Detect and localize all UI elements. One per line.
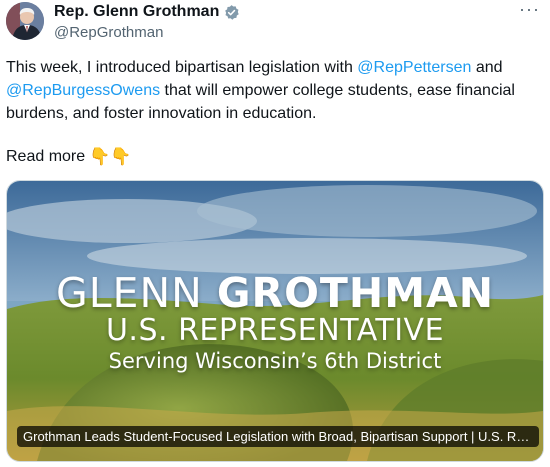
link-preview-card[interactable]: GLENN GROTHMAN U.S. REPRESENTATIVE Servi… [6,180,544,462]
post-text-segment: This week, I introduced bipartisan legis… [6,59,358,76]
more-options-icon[interactable]: ··· [519,0,540,18]
card-caption[interactable]: Grothman Leads Student-Focused Legislati… [17,426,539,447]
post-text-segment: and [471,59,503,76]
card-tagline: Serving Wisconsin’s 6th District [108,349,442,373]
author-name[interactable]: Rep. Glenn Grothman [54,3,219,21]
avatar[interactable] [6,2,44,40]
post-header: Rep. Glenn Grothman @RepGrothman ··· [6,0,540,46]
author-handle[interactable]: @RepGrothman [54,24,163,41]
card-title-first: GLENN [55,269,217,317]
mention-link-pettersen[interactable]: @RepPettersen [357,59,471,76]
post-text: This week, I introduced bipartisan legis… [6,56,542,125]
pointing-down-emoji-icon: 👇👇 [89,147,132,166]
avatar-image [6,2,44,40]
verified-badge-icon [223,4,240,21]
card-title: GLENN GROTHMAN [7,269,543,317]
read-more-text: Read more [6,148,86,165]
mention-link-burgessowens[interactable]: @RepBurgessOwens [6,82,160,99]
card-title-last: GROTHMAN [216,269,495,317]
read-more-line: Read more 👇👇 [6,146,132,168]
card-subtitle: U.S. REPRESENTATIVE [105,313,445,348]
